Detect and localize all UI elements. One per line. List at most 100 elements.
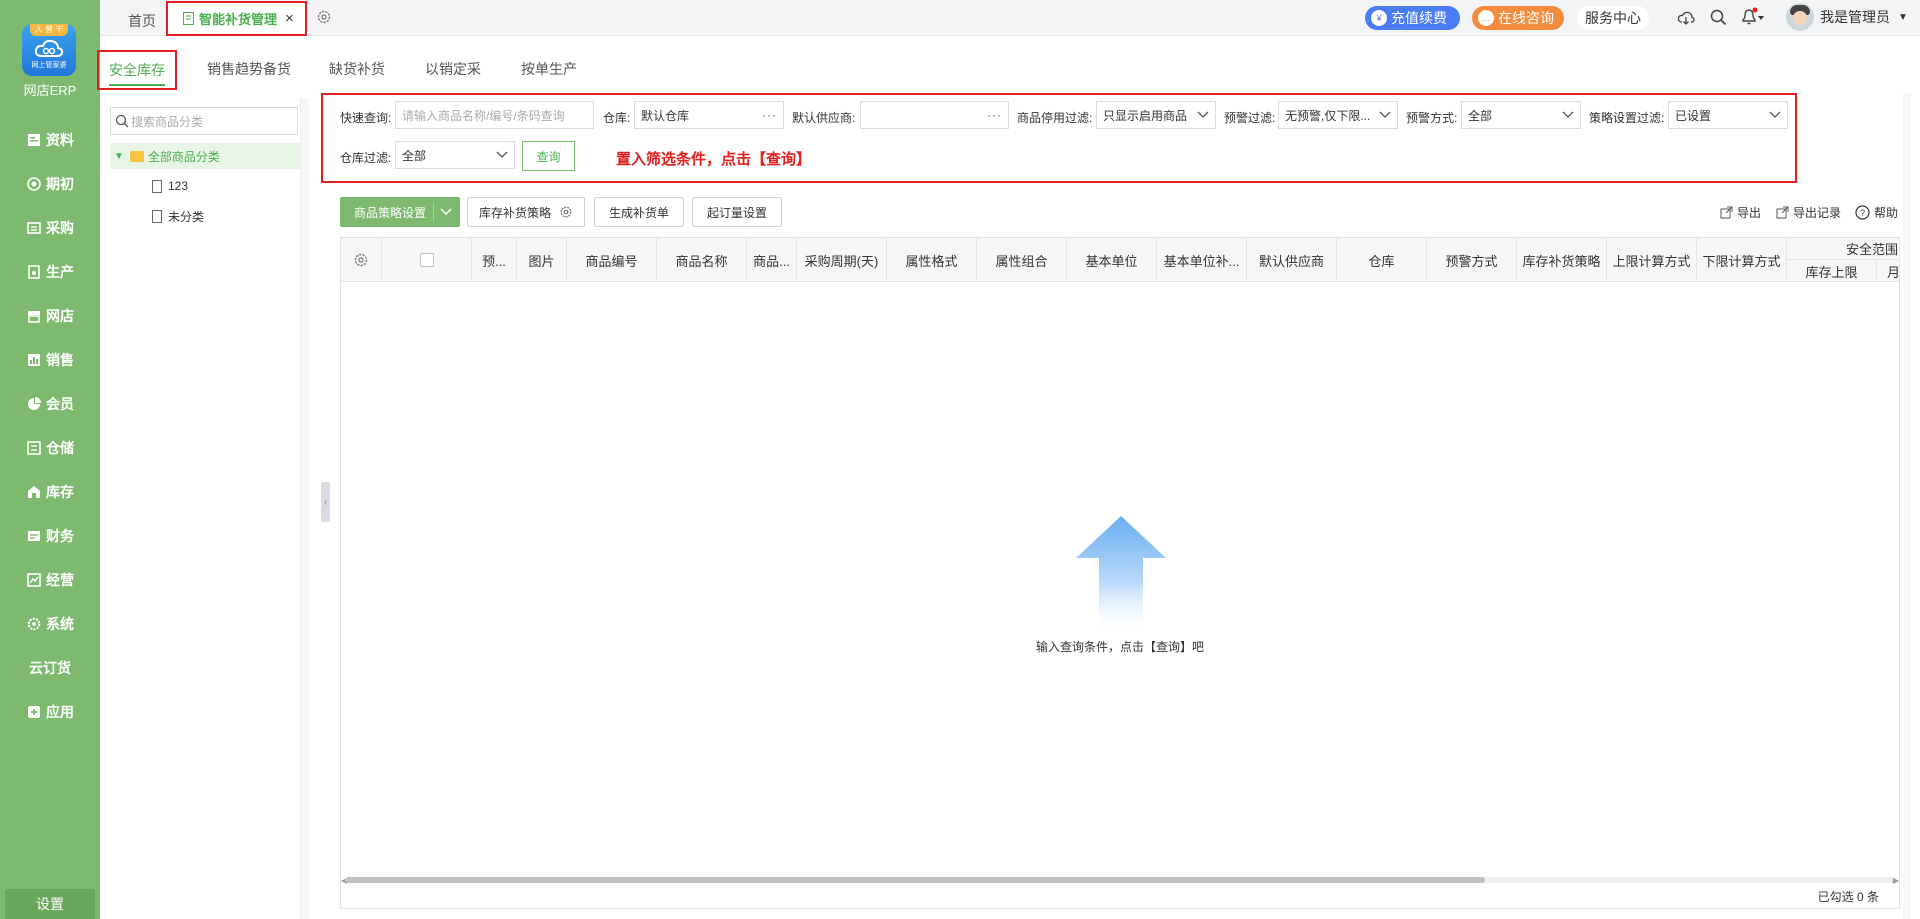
col-product-extra[interactable]: 商品... [747,238,797,282]
tree-node-123[interactable]: 123 [152,176,188,196]
strategy-settings-button[interactable]: 商品策略设置 [340,197,460,227]
subtab-sales-based-purchase[interactable]: 以销定采 [425,50,481,90]
search-icon[interactable] [1710,9,1727,26]
chat-icon: … [1478,10,1494,26]
horizontal-scrollbar[interactable]: ◀ ▶ [341,874,1899,885]
warn-mode-select[interactable]: 全部 [1461,101,1581,129]
col-stock-extra[interactable]: 月 [1877,260,1899,282]
trend-icon [26,573,41,588]
tree-node-uncategorized[interactable]: 未分类 [152,206,204,226]
more-icon: ··· [762,108,777,122]
generate-order-button[interactable]: 生成补货单 [594,197,684,227]
category-search-input[interactable]: 搜索商品分类 [110,107,298,135]
tab-home[interactable]: 首页 [128,11,156,31]
scroll-right-icon[interactable]: ▶ [1893,876,1899,885]
sidebar-item-12[interactable]: 云订货 [0,646,100,690]
tree-node-label: 123 [168,179,189,193]
page-scrollbar[interactable] [1903,93,1911,919]
warn-filter-select[interactable]: 无预警,仅下限... [1278,101,1398,129]
collapse-handle[interactable]: ‹ [321,482,330,522]
warehouse-selector[interactable]: 默认仓库 ··· [634,101,784,129]
consult-button[interactable]: … 在线咨询 [1472,6,1564,30]
sidebar-item-13[interactable]: 应用 [0,690,100,734]
recharge-button[interactable]: ¥ 充值续费 [1365,6,1460,30]
query-button[interactable]: 查询 [522,141,575,171]
sidebar-item-1[interactable]: 期初 [0,162,100,206]
wh-filter-select[interactable]: 全部 [395,141,515,169]
col-base-unit[interactable]: 基本单位 [1067,238,1157,282]
col-purchase-cycle[interactable]: 采购周期(天) [797,238,887,282]
column-settings-header[interactable] [341,238,382,282]
col-image[interactable]: 图片 [517,238,567,282]
col-product-name[interactable]: 商品名称 [657,238,747,282]
export-button[interactable]: 导出 [1720,204,1761,221]
sidebar-item-4[interactable]: 网店 [0,294,100,338]
tree-node-all-categories[interactable]: ▼ 全部商品分类 [110,143,300,169]
subtab-shortage[interactable]: 缺货补货 [329,50,385,90]
col-attr-format[interactable]: 属性格式 [887,238,977,282]
sidebar-item-2[interactable]: 采购 [0,206,100,250]
help-button[interactable]: ? 帮助 [1855,204,1898,221]
warehouse-label: 仓库: [603,111,631,125]
export-log-button[interactable]: 导出记录 [1776,204,1841,221]
caret-down-icon[interactable]: ▼ [114,151,124,162]
sidebar-item-label: 库存 [46,484,74,500]
col-warehouse[interactable]: 仓库 [1337,238,1427,282]
select-all-header[interactable] [382,238,472,282]
supplier-selector[interactable]: ··· [860,101,1009,129]
settings-button[interactable]: 设置 [5,889,95,919]
subtab-order-production[interactable]: 按单生产 [521,50,577,90]
close-icon[interactable]: × [285,10,294,27]
sidebar-item-10[interactable]: 经营 [0,558,100,602]
scrollbar-thumb[interactable] [345,877,1485,883]
app-logo[interactable]: 人 曾 干 网上管家婆 [22,24,76,76]
tab-smart-replenish[interactable]: 智能补货管理 × [166,1,307,36]
user-menu[interactable]: 我是管理员 ▼ [1786,3,1908,31]
chevron-down-icon: ▼ [1898,11,1908,23]
col-stock-upper[interactable]: 库存上限 [1787,260,1877,282]
cloud-download-icon[interactable] [1677,9,1695,27]
warehouse-icon [26,441,41,456]
subtab-sales-trend[interactable]: 销售趋势备货 [207,50,291,90]
svg-text:?: ? [1860,208,1865,218]
sidebar-item-6[interactable]: 会员 [0,382,100,426]
col-attr-combo[interactable]: 属性组合 [977,238,1067,282]
col-replenish-strategy[interactable]: 库存补货策略 [1517,238,1607,282]
consult-label: 在线咨询 [1498,10,1554,26]
col-warn-mode[interactable]: 预警方式 [1427,238,1517,282]
sidebar-item-9[interactable]: 财务 [0,514,100,558]
col-upper-calc[interactable]: 上限计算方式 [1607,238,1697,282]
replenish-strategy-button[interactable]: 库存补货策略 [467,197,585,227]
sales-chart-icon [26,353,41,368]
cloud-icon [34,39,64,57]
sidebar-item-label: 应用 [46,704,74,720]
sidebar-item-5[interactable]: 销售 [0,338,100,382]
strategy-filter-select[interactable]: 已设置 [1668,101,1788,129]
sidebar-item-11[interactable]: 系统 [0,602,100,646]
col-default-supplier[interactable]: 默认供应商 [1247,238,1337,282]
chevron-down-icon [496,151,508,158]
gear-icon[interactable] [353,252,369,268]
quick-search-input[interactable]: 请输入商品名称/编号/条码查询 [395,101,594,129]
disable-filter-select[interactable]: 只显示启用商品 [1096,101,1216,129]
select-all-checkbox[interactable] [419,253,434,267]
sidebar-item-0[interactable]: 资料 [0,118,100,162]
tree-node-label: 全部商品分类 [147,149,220,164]
moq-settings-button[interactable]: 起订量设置 [692,197,782,227]
col-product-code[interactable]: 商品编号 [567,238,657,282]
col-lower-calc[interactable]: 下限计算方式 [1697,238,1787,282]
pie-icon [26,397,41,412]
warn-mode-value: 全部 [1468,108,1493,123]
service-center-button[interactable]: 服务中心 [1577,6,1649,30]
tree-scrollbar[interactable] [300,98,309,919]
sidebar-item-8[interactable]: 库存 [0,470,100,514]
tree-node-label: 未分类 [168,209,205,224]
subtab-safety-stock[interactable]: 安全库存 [97,50,177,90]
chevron-down-icon[interactable] [440,207,452,217]
sidebar-item-3[interactable]: 生产 [0,250,100,294]
sidebar-item-7[interactable]: 仓储 [0,426,100,470]
gear-icon[interactable] [316,9,332,25]
bell-icon[interactable] [1740,7,1766,27]
col-base-unit-extra[interactable]: 基本单位补... [1157,238,1247,282]
col-warn[interactable]: 预... [472,238,517,282]
